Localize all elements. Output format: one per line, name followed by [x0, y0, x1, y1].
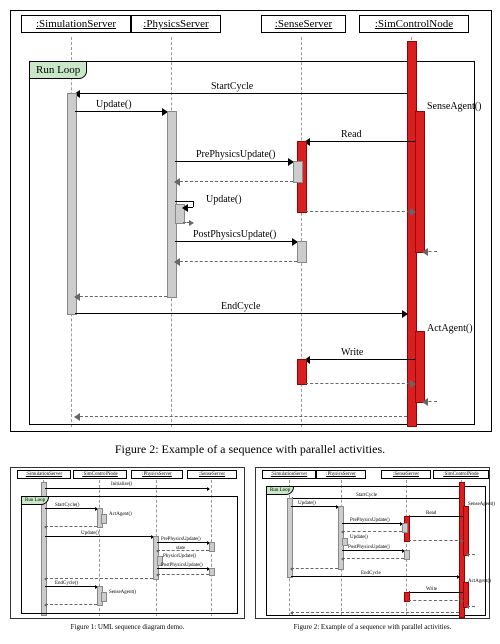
- thumb-right: :SimulationServer :PhysicsServer :SenseS…: [255, 467, 490, 631]
- tr-lbl-write: Write: [426, 587, 437, 592]
- label-innerupdate: Update(): [206, 194, 242, 205]
- tr-lbl-post: PostPhysicsUpdate(): [348, 545, 390, 550]
- activation-sim: [67, 93, 77, 315]
- thumbnails-row: :SimulationServer :SimControlNode :Physi…: [10, 467, 490, 631]
- return-actagent: [423, 401, 437, 402]
- thumb-left-diagram: :SimulationServer :SimControlNode :Physi…: [10, 467, 245, 619]
- tr-head-3: :SimControlNode: [433, 470, 489, 479]
- msg-read: [305, 141, 415, 142]
- tl-head-0: :SimulationServer: [17, 470, 71, 479]
- lifeline-header-physics: :PhysicsServer: [131, 15, 221, 33]
- return-innerupdate: [183, 222, 193, 223]
- tl-head-3: :SenseServer: [187, 470, 237, 479]
- msg-endcycle: [75, 313, 407, 314]
- main-caption: Figure 2: Example of a sequence with par…: [10, 442, 490, 457]
- tl-lbl-state: state: [176, 546, 185, 551]
- tr-lbl-aa: ActAgent(): [468, 579, 491, 584]
- activation-ctrl-act: [415, 331, 425, 403]
- activation-sense-write: [297, 359, 307, 385]
- tr-lbl-pre: PrePhysicsUpdate(): [350, 518, 390, 523]
- activation-sense-post: [297, 241, 307, 263]
- msg-startcycle: [75, 93, 407, 94]
- tl-head-2: :PhysicsServer: [131, 470, 183, 479]
- thumb-right-caption: Figure 2: Example of a sequence with par…: [255, 623, 490, 631]
- return-write: [305, 383, 415, 384]
- return-update: [75, 296, 167, 297]
- label-postphysics: PostPhysicsUpdate(): [193, 229, 276, 240]
- tr-head-1: :PhysicsServer: [316, 470, 366, 479]
- tr-lbl-iu: Update(): [350, 535, 368, 540]
- main-sequence-diagram: :SimulationServer :PhysicsServer :SenseS…: [10, 10, 492, 432]
- activation-sense-pre: [293, 161, 303, 183]
- lifeline-header-simserver: :SimulationServer: [21, 15, 131, 33]
- msg-prephysics: [175, 161, 293, 162]
- return-read: [305, 211, 415, 212]
- return-endcycle: [75, 416, 407, 417]
- tl-lbl-pre: PrePhysicsUpdate(): [161, 537, 201, 542]
- label-actagent: ActAgent(): [427, 323, 473, 334]
- tr-lbl-read: Read: [426, 511, 436, 516]
- tl-lbl-ec: EndCycle(): [55, 581, 78, 586]
- tl-lbl-sc: StartCycle(): [55, 503, 79, 508]
- tl-lbl-init: Initialize(): [111, 482, 132, 487]
- label-endcycle: EndCycle: [221, 301, 260, 312]
- self-call-physics: [175, 201, 193, 202]
- label-read: Read: [341, 129, 362, 140]
- tr-lbl-ec: EndCycle: [361, 571, 381, 576]
- tl-loop-label: Run Loop: [21, 496, 49, 505]
- label-prephysics: PrePhysicsUpdate(): [196, 149, 275, 160]
- tr-loop-label: Run Loop: [266, 486, 294, 495]
- thumb-left: :SimulationServer :SimControlNode :Physi…: [10, 467, 245, 631]
- thumb-right-diagram: :SimulationServer :PhysicsServer :SenseS…: [255, 467, 490, 619]
- tl-lbl-pu: PhysicsUpdate(): [163, 554, 196, 559]
- tl-lbl-aa: ActAgent(): [109, 512, 132, 517]
- tr-head-0: :SimulationServer: [262, 470, 316, 479]
- tr-lbl-sc: StartCycle: [356, 493, 377, 498]
- msg-update: [75, 111, 167, 112]
- return-prephysics: [175, 181, 293, 182]
- lifeline-header-ctrl: :SimControlNode: [359, 15, 469, 33]
- activation-ctrl-sense: [415, 111, 425, 253]
- thumb-left-caption: Figure 1: UML sequence diagram demo.: [10, 623, 245, 631]
- tl-head-1: :SimControlNode: [73, 470, 127, 479]
- return-postphysics: [175, 261, 297, 262]
- tl-lbl-upd: Update(): [81, 531, 99, 536]
- label-startcycle: StartCycle: [211, 81, 253, 92]
- label-write: Write: [341, 347, 363, 358]
- label-senseagent: SenseAgent(): [427, 101, 481, 112]
- label-update: Update(): [96, 99, 132, 110]
- tl-lbl-sa: SenseAgent(): [109, 590, 136, 595]
- msg-postphysics: [175, 241, 297, 242]
- msg-write: [305, 359, 415, 360]
- loop-label: Run Loop: [29, 61, 87, 79]
- tr-lbl-upd: Update(): [298, 501, 316, 506]
- return-senseagent: [423, 251, 437, 252]
- lifeline-header-sense: :SenseServer: [261, 15, 346, 33]
- tr-lbl-sa: SenseAgent(): [468, 502, 495, 507]
- tl-lbl-post: PostPhysicsUpdate(): [161, 563, 203, 568]
- tr-head-2: :SenseServer: [381, 470, 431, 479]
